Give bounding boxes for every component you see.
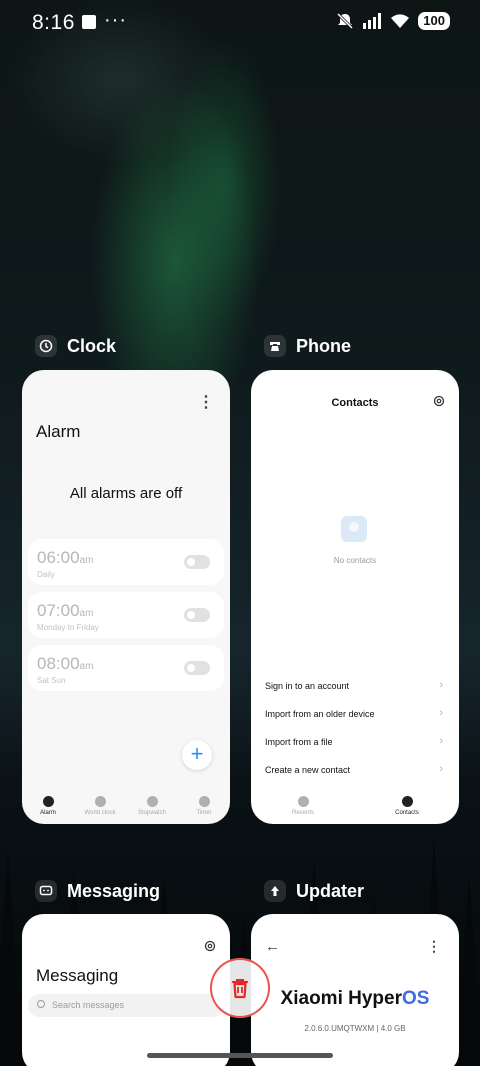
tab-contacts[interactable]: Contacts	[367, 790, 447, 824]
brand-os: OS	[401, 988, 430, 1009]
overflow-menu-icon[interactable]: ⋮	[198, 392, 214, 412]
app-label-clock[interactable]: Clock	[35, 335, 116, 357]
search-messages-input[interactable]: Search messages	[28, 994, 224, 1017]
wifi-icon	[391, 14, 410, 28]
status-bar: 8:16 ··· 100	[0, 0, 480, 48]
app-name-clock: Clock	[67, 335, 117, 356]
alarm-toggle[interactable]	[184, 661, 210, 675]
search-placeholder: Search messages	[52, 1000, 125, 1010]
search-icon	[37, 1000, 45, 1008]
notification-icon	[82, 15, 96, 29]
menu-import-file[interactable]: Import from a file ›	[265, 735, 445, 747]
app-label-phone[interactable]: Phone	[264, 335, 351, 357]
signal-icon	[363, 13, 382, 29]
phone-icon	[297, 796, 309, 807]
menu-import-older-device[interactable]: Import from an older device ›	[265, 707, 445, 719]
home-gesture-bar[interactable]	[147, 1053, 333, 1058]
trash-icon	[231, 979, 249, 999]
alarm-repeat: Monday to Friday	[37, 623, 99, 632]
overflow-menu-icon[interactable]: ⋮	[427, 938, 441, 955]
app-label-messaging[interactable]: Messaging	[35, 880, 160, 902]
alarm-toggle[interactable]	[184, 555, 210, 569]
more-notifications-icon: ···	[104, 9, 127, 31]
alarms-empty-message: All alarms are off	[69, 485, 183, 502]
messaging-icon	[35, 880, 57, 902]
phone-tab-bar: Recents Contacts	[251, 790, 459, 824]
menu-label: Create a new contact	[265, 765, 351, 775]
tab-stopwatch[interactable]: Stopwatch	[126, 790, 178, 824]
tab-label: Alarm	[40, 810, 56, 816]
recent-card-clock[interactable]: ⋮ Alarm All alarms are off 06:00am Daily…	[22, 370, 230, 824]
alarm-item[interactable]: 07:00am Monday to Friday	[28, 592, 224, 638]
contacts-title: Contacts	[331, 397, 379, 409]
stopwatch-icon	[146, 796, 158, 807]
tab-label: Recents	[291, 810, 314, 816]
alarm-item[interactable]: 06:00am Daily	[28, 539, 224, 585]
app-name-phone: Phone	[296, 335, 352, 356]
clear-all-button[interactable]	[210, 958, 270, 1018]
tab-timer[interactable]: Timer	[178, 790, 230, 824]
clock-tab-bar: Alarm World clock Stopwatch Timer	[22, 790, 230, 824]
status-time: 8:16	[32, 11, 75, 34]
settings-gear-icon[interactable]	[204, 940, 216, 952]
back-arrow-icon[interactable]: ←	[265, 938, 280, 955]
chevron-right-icon: ›	[439, 763, 443, 775]
menu-label: Import from a file	[265, 737, 333, 747]
alarm-ampm: am	[79, 555, 94, 566]
menu-label: Sign in to an account	[265, 681, 350, 691]
tab-alarm[interactable]: Alarm	[22, 790, 74, 824]
alarm-ampm: am	[79, 608, 94, 619]
alarm-ampm: am	[79, 661, 94, 672]
menu-sign-in[interactable]: Sign in to an account ›	[265, 679, 445, 691]
tab-label: Contacts	[395, 810, 419, 816]
alarm-repeat: Daily	[37, 570, 55, 579]
chevron-right-icon: ›	[439, 679, 443, 691]
empty-contacts-message: No contacts	[333, 556, 377, 565]
alarm-time: 07:00	[37, 601, 80, 620]
alarm-item[interactable]: 08:00am Sat Sun	[28, 645, 224, 691]
add-alarm-button[interactable]: +	[182, 740, 212, 770]
alarm-icon	[42, 796, 54, 807]
settings-gear-icon[interactable]	[433, 395, 445, 407]
menu-create-contact[interactable]: Create a new contact ›	[265, 763, 445, 775]
tab-label: Stopwatch	[137, 810, 167, 816]
hyperos-logo: Xiaomi HyperOS	[251, 988, 459, 1010]
person-icon	[401, 796, 413, 807]
app-name-updater: Updater	[296, 880, 365, 901]
chevron-right-icon: ›	[439, 735, 443, 747]
recent-card-messaging[interactable]: Messaging Search messages	[22, 914, 230, 1066]
tab-label: Timer	[196, 810, 212, 816]
alarm-time: 08:00	[37, 654, 80, 673]
silent-bell-icon	[337, 12, 354, 30]
alarm-time: 06:00	[37, 548, 80, 567]
messaging-title: Messaging	[36, 966, 119, 985]
recent-card-phone[interactable]: Contacts No contacts Sign in to an accou…	[251, 370, 459, 824]
brand-name: Xiaomi Hyper	[280, 988, 402, 1009]
recent-card-updater[interactable]: ← ⋮ Xiaomi HyperOS 2.0.6.0.UMQTWXM | 4.0…	[251, 914, 459, 1066]
alarm-title: Alarm	[36, 422, 81, 441]
tab-world-clock[interactable]: World clock	[74, 790, 126, 824]
alarm-repeat: Sat Sun	[37, 676, 66, 685]
chevron-right-icon: ›	[439, 707, 443, 719]
battery-indicator: 100	[418, 12, 450, 30]
hourglass-icon	[198, 796, 210, 807]
tab-recents[interactable]: Recents	[263, 790, 343, 824]
phone-app-icon	[264, 335, 286, 357]
globe-clock-icon	[94, 796, 106, 807]
menu-label: Import from an older device	[265, 709, 375, 719]
version-info: 2.0.6.0.UMQTWXM | 4.0 GB	[304, 1024, 406, 1033]
alarm-toggle[interactable]	[184, 608, 210, 622]
tab-label: World clock	[84, 810, 116, 816]
app-name-messaging: Messaging	[67, 880, 161, 901]
app-label-updater[interactable]: Updater	[264, 880, 364, 902]
empty-contacts-icon	[341, 516, 367, 542]
updater-icon	[264, 880, 286, 902]
clock-icon	[35, 335, 57, 357]
